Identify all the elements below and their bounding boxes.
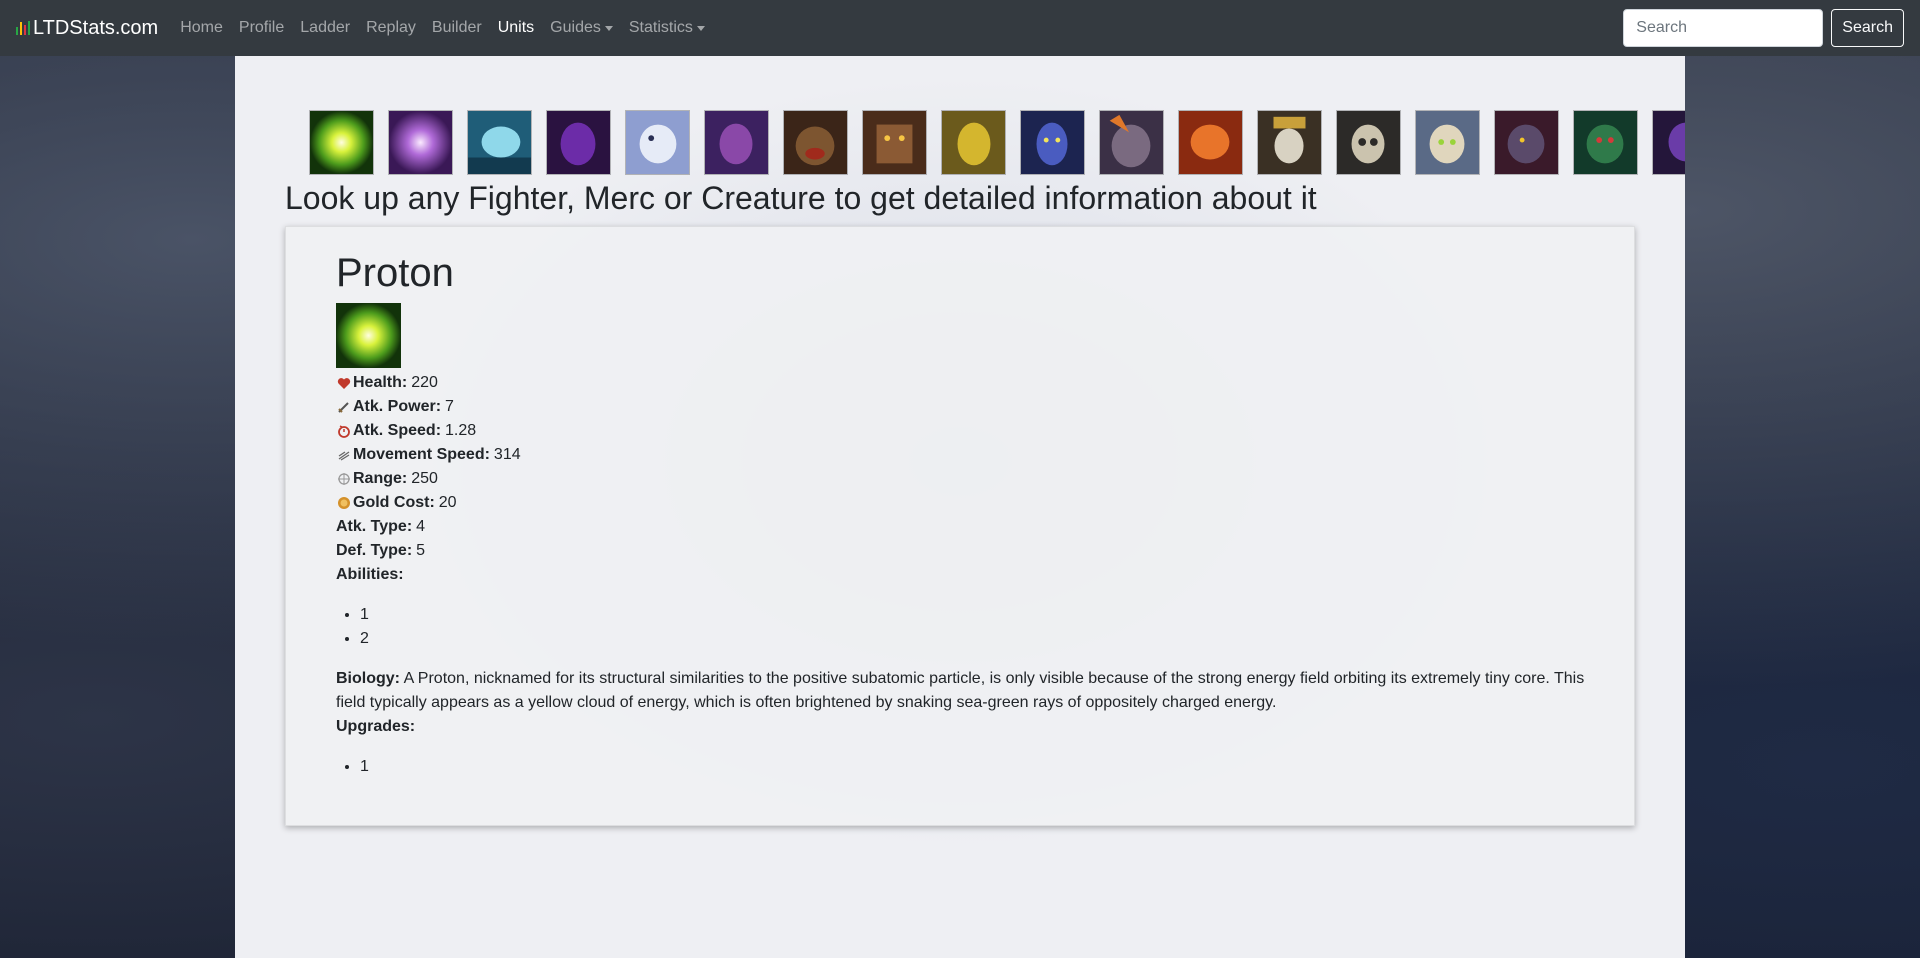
stat-value: 220 — [411, 374, 438, 391]
stat-atk-speed: Atk. Speed: 1.28 — [336, 419, 1584, 443]
stat-label: Def. Type: — [336, 542, 413, 559]
imp-unit-icon[interactable] — [704, 110, 769, 175]
unit-name: Proton — [336, 251, 454, 295]
dragon-unit-icon[interactable] — [1494, 110, 1559, 175]
stat-label: Movement Speed: — [353, 446, 490, 463]
stat-value: 4 — [416, 518, 426, 535]
void-unit-icon[interactable] — [1652, 110, 1685, 175]
goblin-unit-icon[interactable] — [941, 110, 1006, 175]
skeleton-king-unit-icon[interactable] — [1257, 110, 1322, 175]
biology-label: Biology: — [336, 670, 400, 687]
stat-value: 7 — [445, 398, 454, 415]
nav-guides-label: Guides — [550, 19, 601, 36]
phoenix-unit-icon[interactable] — [1178, 110, 1243, 175]
beast-unit-icon[interactable] — [783, 110, 848, 175]
stat-gold-cost: Gold Cost: 20 — [336, 491, 1584, 515]
stat-range: Range: 250 — [336, 467, 1584, 491]
crosshair-icon — [336, 471, 352, 487]
upgrades-label: Upgrades: — [336, 718, 416, 735]
biology-text: Biology: A Proton, nicknamed for its str… — [336, 667, 1586, 715]
nav-statistics-label: Statistics — [628, 19, 693, 36]
stat-label: Health: — [353, 374, 408, 391]
biology-body: A Proton, nicknamed for its structural s… — [336, 670, 1585, 711]
main-nav: Home Profile Ladder Replay Builder Units… — [172, 0, 713, 56]
brand-link[interactable]: LTDStats.com — [16, 17, 158, 40]
chevron-down-icon — [696, 25, 705, 31]
heart-icon — [336, 375, 352, 391]
nav-builder[interactable]: Builder — [424, 0, 490, 56]
stat-label: Atk. Speed: — [353, 422, 442, 439]
shadow-unit-icon[interactable] — [546, 110, 611, 175]
stat-atk-power: Atk. Power: 7 — [336, 395, 1584, 419]
nav-units[interactable]: Units — [490, 0, 542, 56]
nav-home[interactable]: Home — [172, 0, 231, 56]
boot-icon — [336, 447, 352, 463]
search-form: Search — [1623, 9, 1904, 47]
abilities-label: Abilities: — [336, 566, 404, 583]
search-input[interactable] — [1623, 9, 1824, 47]
stat-move-speed: Movement Speed: 314 — [336, 443, 1584, 467]
bone-unit-icon[interactable] — [1415, 110, 1480, 175]
stat-def-type: Def. Type: 5 — [336, 539, 1584, 563]
nav-guides-dropdown[interactable]: Guides — [542, 0, 621, 56]
bar-chart-icon — [16, 21, 30, 35]
chevron-down-icon — [604, 25, 613, 31]
top-navbar: LTDStats.com Home Profile Ladder Replay … — [0, 0, 1920, 56]
stat-value: 250 — [411, 470, 438, 487]
main-container: Look up any Fighter, Merc or Creature to… — [235, 56, 1685, 958]
upgrades-list: 1 — [360, 755, 1584, 779]
sword-icon — [336, 399, 352, 415]
page-headline: Look up any Fighter, Merc or Creature to… — [285, 180, 1317, 216]
unit-icon-strip — [309, 110, 1685, 175]
brand-name: LTDStats.com — [33, 16, 159, 39]
search-button[interactable]: Search — [1831, 9, 1904, 47]
stat-label: Atk. Power: — [353, 398, 442, 415]
stat-health: Health: 220 — [336, 371, 1584, 395]
orb-unit-icon[interactable] — [388, 110, 453, 175]
timer-icon — [336, 423, 352, 439]
nav-replay[interactable]: Replay — [358, 0, 424, 56]
nav-profile[interactable]: Profile — [231, 0, 292, 56]
list-item: 1 — [360, 755, 1584, 779]
list-item: 1 — [360, 603, 1584, 627]
stat-label: Range: — [353, 470, 408, 487]
stat-atk-type: Atk. Type: 4 — [336, 515, 1584, 539]
aqua-unit-icon[interactable] — [467, 110, 532, 175]
nav-statistics-dropdown[interactable]: Statistics — [621, 0, 713, 56]
stat-value: 1.28 — [445, 422, 477, 439]
elf-unit-icon[interactable] — [1020, 110, 1085, 175]
nav-ladder[interactable]: Ladder — [292, 0, 358, 56]
stat-value: 20 — [438, 494, 457, 511]
stat-value: 314 — [493, 446, 521, 463]
golem-unit-icon[interactable] — [862, 110, 927, 175]
gold-coin-icon — [336, 495, 352, 511]
troll-unit-icon[interactable] — [1573, 110, 1638, 175]
stat-value: 5 — [416, 542, 426, 559]
list-item: 2 — [360, 627, 1584, 651]
stat-label: Gold Cost: — [353, 494, 435, 511]
unit-portrait — [336, 303, 401, 368]
unit-detail-card: Proton Health: 220 Atk. Power: 7 Atk. Sp… — [285, 226, 1635, 826]
abilities-list: 1 2 — [360, 603, 1584, 651]
ogre-unit-icon[interactable] — [1099, 110, 1164, 175]
bird-unit-icon[interactable] — [625, 110, 690, 175]
stat-label: Atk. Type: — [336, 518, 413, 535]
proton-unit-icon[interactable] — [309, 110, 374, 175]
skull-unit-icon[interactable] — [1336, 110, 1401, 175]
